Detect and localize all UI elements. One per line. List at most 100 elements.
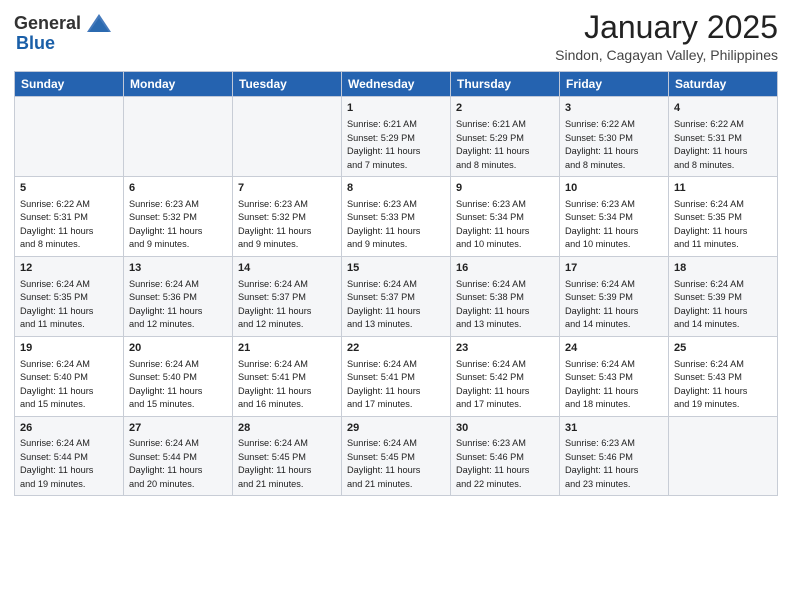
calendar-cell: 2 Sunrise: 6:21 AM Sunset: 5:29 PM Daylig… <box>451 97 560 177</box>
day-info: Sunrise: 6:24 AM Sunset: 5:40 PM Dayligh… <box>20 359 93 410</box>
day-info: Sunrise: 6:24 AM Sunset: 5:37 PM Dayligh… <box>238 279 311 330</box>
day-number: 9 <box>456 181 554 196</box>
day-number: 22 <box>347 341 445 356</box>
location: Sindon, Cagayan Valley, Philippines <box>555 47 778 63</box>
calendar-cell: 15 Sunrise: 6:24 AM Sunset: 5:37 PM Dayli… <box>342 256 451 336</box>
day-info: Sunrise: 6:22 AM Sunset: 5:30 PM Dayligh… <box>565 119 638 170</box>
month-year: January 2025 <box>555 10 778 45</box>
calendar-table: SundayMondayTuesdayWednesdayThursdayFrid… <box>14 71 778 496</box>
day-number: 25 <box>674 341 772 356</box>
day-info: Sunrise: 6:23 AM Sunset: 5:32 PM Dayligh… <box>129 199 202 250</box>
day-number: 29 <box>347 421 445 436</box>
calendar-cell: 1 Sunrise: 6:21 AM Sunset: 5:29 PM Daylig… <box>342 97 451 177</box>
calendar-cell: 21 Sunrise: 6:24 AM Sunset: 5:41 PM Dayli… <box>233 336 342 416</box>
calendar-cell: 31 Sunrise: 6:23 AM Sunset: 5:46 PM Dayli… <box>560 416 669 496</box>
calendar-week-3: 12 Sunrise: 6:24 AM Sunset: 5:35 PM Dayli… <box>15 256 778 336</box>
day-info: Sunrise: 6:24 AM Sunset: 5:41 PM Dayligh… <box>238 359 311 410</box>
calendar-week-2: 5Sunrise: 6:22 AM Sunset: 5:31 PM Daylig… <box>15 177 778 257</box>
day-info: Sunrise: 6:24 AM Sunset: 5:36 PM Dayligh… <box>129 279 202 330</box>
day-number: 6 <box>129 181 227 196</box>
day-number: 18 <box>674 261 772 276</box>
page: General Blue January 2025 Sindon, Cagaya… <box>0 0 792 612</box>
calendar-cell: 18 Sunrise: 6:24 AM Sunset: 5:39 PM Dayli… <box>669 256 778 336</box>
day-number: 24 <box>565 341 663 356</box>
calendar-cell: 8 Sunrise: 6:23 AM Sunset: 5:33 PM Daylig… <box>342 177 451 257</box>
col-header-tuesday: Tuesday <box>233 72 342 97</box>
day-number: 26 <box>20 421 118 436</box>
calendar-cell: 14 Sunrise: 6:24 AM Sunset: 5:37 PM Dayli… <box>233 256 342 336</box>
day-info: Sunrise: 6:24 AM Sunset: 5:44 PM Dayligh… <box>20 438 93 489</box>
day-info: Sunrise: 6:21 AM Sunset: 5:29 PM Dayligh… <box>347 119 420 170</box>
col-header-thursday: Thursday <box>451 72 560 97</box>
calendar-cell: 11Sunrise: 6:24 AM Sunset: 5:35 PM Dayli… <box>669 177 778 257</box>
day-number: 1 <box>347 101 445 116</box>
calendar-week-5: 26 Sunrise: 6:24 AM Sunset: 5:44 PM Dayli… <box>15 416 778 496</box>
calendar-cell: 6 Sunrise: 6:23 AM Sunset: 5:32 PM Daylig… <box>124 177 233 257</box>
calendar-cell: 26 Sunrise: 6:24 AM Sunset: 5:44 PM Dayli… <box>15 416 124 496</box>
day-info: Sunrise: 6:24 AM Sunset: 5:45 PM Dayligh… <box>347 438 420 489</box>
day-number: 30 <box>456 421 554 436</box>
day-number: 19 <box>20 341 118 356</box>
day-number: 14 <box>238 261 336 276</box>
logo: General Blue <box>14 10 111 54</box>
col-header-monday: Monday <box>124 72 233 97</box>
day-number: 15 <box>347 261 445 276</box>
day-info: Sunrise: 6:23 AM Sunset: 5:34 PM Dayligh… <box>565 199 638 250</box>
day-info: Sunrise: 6:24 AM Sunset: 5:39 PM Dayligh… <box>674 279 747 330</box>
calendar-cell: 19 Sunrise: 6:24 AM Sunset: 5:40 PM Dayli… <box>15 336 124 416</box>
day-number: 16 <box>456 261 554 276</box>
day-info: Sunrise: 6:22 AM Sunset: 5:31 PM Dayligh… <box>20 199 93 250</box>
day-info: Sunrise: 6:23 AM Sunset: 5:46 PM Dayligh… <box>456 438 529 489</box>
day-info: Sunrise: 6:24 AM Sunset: 5:35 PM Dayligh… <box>674 199 747 250</box>
day-info: Sunrise: 6:23 AM Sunset: 5:33 PM Dayligh… <box>347 199 420 250</box>
logo-icon <box>83 10 111 38</box>
calendar-header-row: SundayMondayTuesdayWednesdayThursdayFrid… <box>15 72 778 97</box>
day-number: 8 <box>347 181 445 196</box>
day-number: 3 <box>565 101 663 116</box>
calendar-cell: 7Sunrise: 6:23 AM Sunset: 5:32 PM Daylig… <box>233 177 342 257</box>
calendar-cell: 12 Sunrise: 6:24 AM Sunset: 5:35 PM Dayli… <box>15 256 124 336</box>
day-info: Sunrise: 6:24 AM Sunset: 5:37 PM Dayligh… <box>347 279 420 330</box>
day-number: 20 <box>129 341 227 356</box>
col-header-wednesday: Wednesday <box>342 72 451 97</box>
day-number: 31 <box>565 421 663 436</box>
calendar-cell: 13 Sunrise: 6:24 AM Sunset: 5:36 PM Dayli… <box>124 256 233 336</box>
title-block: January 2025 Sindon, Cagayan Valley, Phi… <box>555 10 778 63</box>
day-info: Sunrise: 6:22 AM Sunset: 5:31 PM Dayligh… <box>674 119 747 170</box>
calendar-cell: 3 Sunrise: 6:22 AM Sunset: 5:30 PM Daylig… <box>560 97 669 177</box>
logo-blue-text: Blue <box>16 34 55 54</box>
calendar-cell: 27 Sunrise: 6:24 AM Sunset: 5:44 PM Dayli… <box>124 416 233 496</box>
day-info: Sunrise: 6:21 AM Sunset: 5:29 PM Dayligh… <box>456 119 529 170</box>
day-info: Sunrise: 6:24 AM Sunset: 5:39 PM Dayligh… <box>565 279 638 330</box>
day-info: Sunrise: 6:24 AM Sunset: 5:40 PM Dayligh… <box>129 359 202 410</box>
day-number: 21 <box>238 341 336 356</box>
logo-general-text: General <box>14 14 81 34</box>
col-header-saturday: Saturday <box>669 72 778 97</box>
calendar-cell: 16Sunrise: 6:24 AM Sunset: 5:38 PM Dayli… <box>451 256 560 336</box>
day-info: Sunrise: 6:24 AM Sunset: 5:44 PM Dayligh… <box>129 438 202 489</box>
calendar-cell: 20 Sunrise: 6:24 AM Sunset: 5:40 PM Dayli… <box>124 336 233 416</box>
calendar-cell: 25 Sunrise: 6:24 AM Sunset: 5:43 PM Dayli… <box>669 336 778 416</box>
calendar-cell: 23Sunrise: 6:24 AM Sunset: 5:42 PM Dayli… <box>451 336 560 416</box>
day-number: 27 <box>129 421 227 436</box>
day-info: Sunrise: 6:24 AM Sunset: 5:45 PM Dayligh… <box>238 438 311 489</box>
day-number: 23 <box>456 341 554 356</box>
day-number: 28 <box>238 421 336 436</box>
day-info: Sunrise: 6:24 AM Sunset: 5:35 PM Dayligh… <box>20 279 93 330</box>
calendar-cell: 10Sunrise: 6:23 AM Sunset: 5:34 PM Dayli… <box>560 177 669 257</box>
calendar-cell <box>124 97 233 177</box>
day-info: Sunrise: 6:24 AM Sunset: 5:43 PM Dayligh… <box>674 359 747 410</box>
day-number: 2 <box>456 101 554 116</box>
calendar-cell <box>669 416 778 496</box>
calendar-cell: 17Sunrise: 6:24 AM Sunset: 5:39 PM Dayli… <box>560 256 669 336</box>
calendar-cell: 30 Sunrise: 6:23 AM Sunset: 5:46 PM Dayli… <box>451 416 560 496</box>
day-info: Sunrise: 6:24 AM Sunset: 5:41 PM Dayligh… <box>347 359 420 410</box>
day-number: 4 <box>674 101 772 116</box>
day-number: 12 <box>20 261 118 276</box>
day-info: Sunrise: 6:23 AM Sunset: 5:46 PM Dayligh… <box>565 438 638 489</box>
calendar-cell: 28 Sunrise: 6:24 AM Sunset: 5:45 PM Dayli… <box>233 416 342 496</box>
calendar-cell: 22 Sunrise: 6:24 AM Sunset: 5:41 PM Dayli… <box>342 336 451 416</box>
day-number: 13 <box>129 261 227 276</box>
calendar-week-1: 1 Sunrise: 6:21 AM Sunset: 5:29 PM Daylig… <box>15 97 778 177</box>
calendar-cell <box>15 97 124 177</box>
